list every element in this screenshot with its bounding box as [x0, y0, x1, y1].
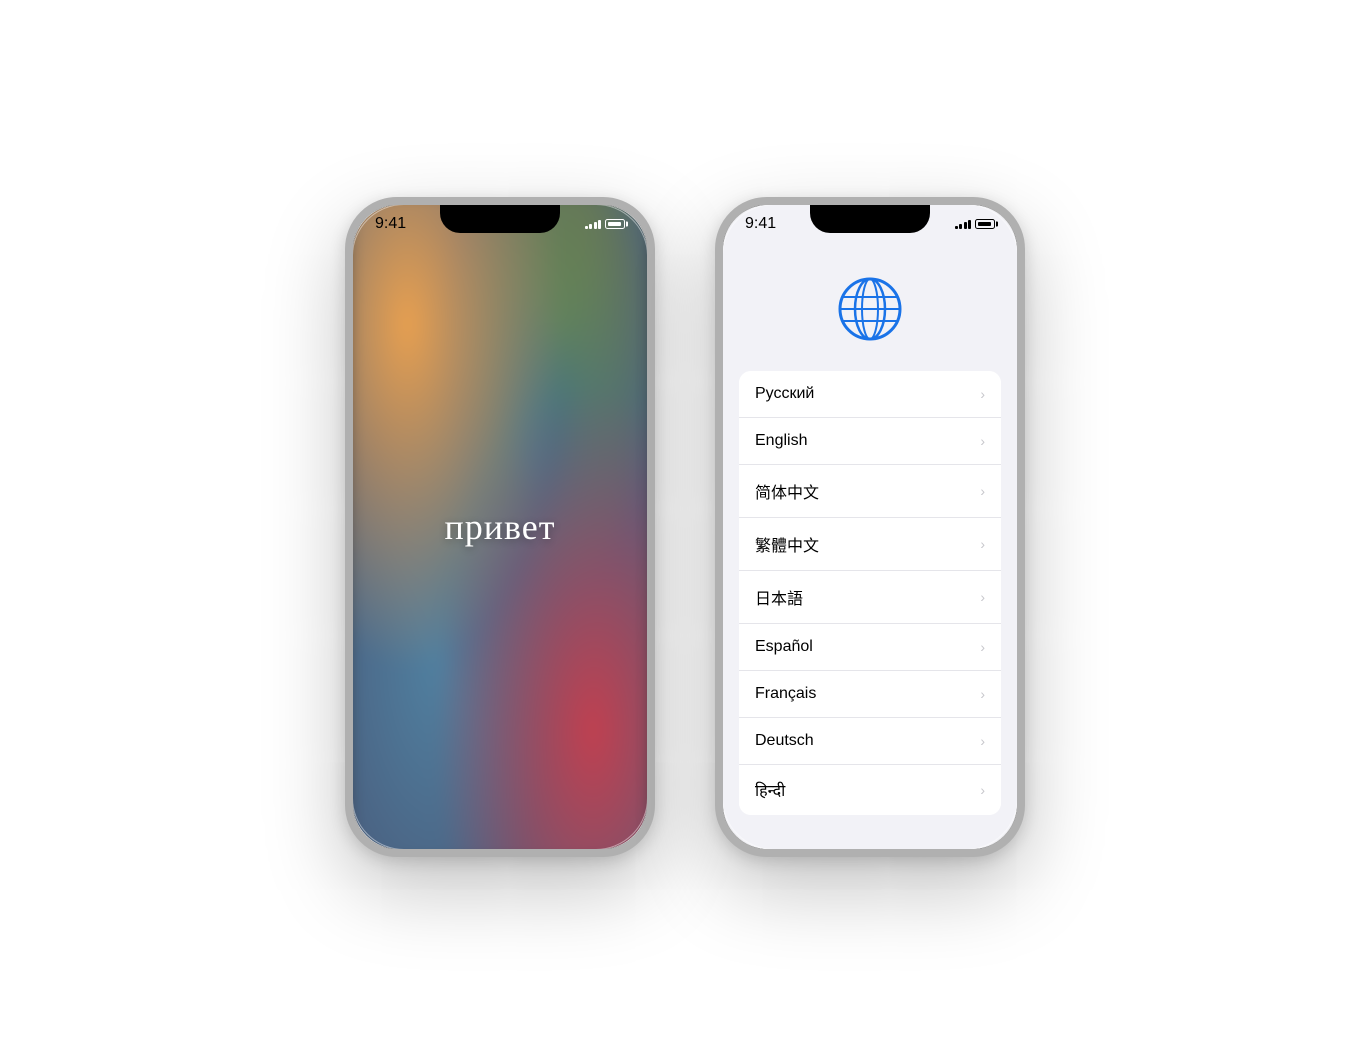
- right-status-bar: 9:41: [723, 213, 1017, 235]
- chevron-right-icon: ›: [980, 483, 985, 499]
- language-selection-screen: 9:41: [723, 205, 1017, 849]
- status-time: 9:41: [375, 215, 406, 233]
- lang-name-spanish: Español: [755, 638, 813, 656]
- chevron-right-icon: ›: [980, 686, 985, 702]
- chevron-right-icon: ›: [980, 433, 985, 449]
- power-button[interactable]: [1023, 353, 1025, 443]
- chevron-right-icon: ›: [980, 536, 985, 552]
- lang-name-english: English: [755, 432, 807, 450]
- lang-item-japanese[interactable]: 日本語 ›: [739, 571, 1001, 624]
- lang-name-traditional-chinese: 繁體中文: [755, 532, 819, 556]
- lang-item-simplified-chinese[interactable]: 简体中文 ›: [739, 465, 1001, 518]
- lang-item-english[interactable]: English ›: [739, 418, 1001, 465]
- right-phone: 9:41: [715, 197, 1025, 857]
- chevron-right-icon: ›: [980, 733, 985, 749]
- lang-item-french[interactable]: Français ›: [739, 671, 1001, 718]
- lang-item-russian[interactable]: Русский ›: [739, 371, 1001, 418]
- status-icons: [585, 219, 626, 229]
- notch: [440, 205, 560, 233]
- volume-down-button[interactable]: [345, 425, 347, 489]
- greeting-text: привет: [444, 506, 555, 548]
- lang-item-hindi[interactable]: हिन्दी ›: [739, 765, 1001, 815]
- signal-icon: [585, 219, 602, 229]
- lang-item-spanish[interactable]: Español ›: [739, 624, 1001, 671]
- chevron-right-icon: ›: [980, 386, 985, 402]
- lang-item-traditional-chinese[interactable]: 繁體中文 ›: [739, 518, 1001, 571]
- chevron-right-icon: ›: [980, 782, 985, 798]
- lang-name-japanese: 日本語: [755, 585, 803, 609]
- status-time: 9:41: [745, 215, 776, 233]
- signal-icon: [955, 219, 972, 229]
- status-icons: [955, 219, 996, 229]
- right-screen: 9:41: [723, 205, 1017, 849]
- battery-icon: [975, 219, 995, 229]
- mute-button[interactable]: [345, 305, 347, 337]
- chevron-right-icon: ›: [980, 639, 985, 655]
- battery-icon: [605, 219, 625, 229]
- lang-name-hindi: हिन्दी: [755, 779, 785, 801]
- left-screen: 9:41 привет: [353, 205, 647, 849]
- lang-name-russian: Русский: [755, 385, 814, 403]
- chevron-right-icon: ›: [980, 589, 985, 605]
- left-phone: 9:41 привет: [345, 197, 655, 857]
- lang-item-german[interactable]: Deutsch ›: [739, 718, 1001, 765]
- power-button[interactable]: [653, 353, 655, 443]
- volume-down-button[interactable]: [715, 425, 717, 489]
- lang-name-french: Français: [755, 685, 816, 703]
- language-list: Русский›English›简体中文›繁體中文›日本語›Español›Fr…: [739, 371, 1001, 815]
- globe-icon: [836, 275, 904, 343]
- volume-up-button[interactable]: [715, 353, 717, 417]
- lang-name-german: Deutsch: [755, 732, 814, 750]
- volume-up-button[interactable]: [345, 353, 347, 417]
- lang-name-simplified-chinese: 简体中文: [755, 479, 819, 503]
- mute-button[interactable]: [715, 305, 717, 337]
